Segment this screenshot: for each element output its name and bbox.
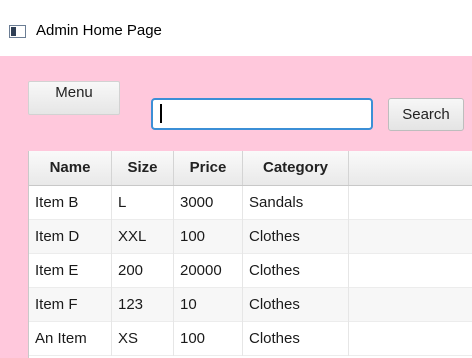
window-title: Admin Home Page — [36, 22, 162, 39]
table-header: Name Size Price Category — [29, 151, 472, 186]
items-table[interactable]: Name Size Price Category Item B L 3000 S… — [28, 151, 472, 358]
table-row[interactable]: Item F 123 10 Clothes — [29, 288, 472, 322]
search-button[interactable]: Search — [388, 98, 464, 131]
main-content: Menu Search Name Size Price Category Ite… — [0, 56, 472, 358]
cell-name: Item F — [29, 288, 112, 322]
cell-filler — [349, 322, 472, 356]
cell-name: An Item — [29, 322, 112, 356]
cell-name: Item E — [29, 254, 112, 288]
column-header-name[interactable]: Name — [29, 151, 112, 185]
column-header-category[interactable]: Category — [243, 151, 349, 185]
cell-price: 10 — [174, 288, 243, 322]
cell-size: XS — [112, 322, 174, 356]
cell-price: 100 — [174, 220, 243, 254]
cell-filler — [349, 220, 472, 254]
cell-size: 200 — [112, 254, 174, 288]
table-row[interactable]: Item D XXL 100 Clothes — [29, 220, 472, 254]
menu-button[interactable]: Menu — [28, 81, 120, 115]
cell-category: Clothes — [243, 322, 349, 356]
cell-price: 100 — [174, 322, 243, 356]
table-row[interactable]: Item B L 3000 Sandals — [29, 186, 472, 220]
column-header-filler — [349, 151, 472, 185]
cell-price: 20000 — [174, 254, 243, 288]
cell-size: L — [112, 186, 174, 220]
column-header-price[interactable]: Price — [174, 151, 243, 185]
cell-category: Sandals — [243, 186, 349, 220]
cell-category: Clothes — [243, 288, 349, 322]
search-input[interactable] — [151, 98, 373, 130]
text-caret — [160, 104, 162, 123]
cell-filler — [349, 288, 472, 322]
column-header-size[interactable]: Size — [112, 151, 174, 185]
cell-size: XXL — [112, 220, 174, 254]
cell-size: 123 — [112, 288, 174, 322]
cell-name: Item D — [29, 220, 112, 254]
cell-filler — [349, 254, 472, 288]
cell-filler — [349, 186, 472, 220]
table-row[interactable]: An Item XS 100 Clothes — [29, 322, 472, 356]
table-row[interactable]: Item E 200 20000 Clothes — [29, 254, 472, 288]
title-bar: Admin Home Page — [0, 0, 472, 56]
cell-category: Clothes — [243, 220, 349, 254]
cell-price: 3000 — [174, 186, 243, 220]
cell-name: Item B — [29, 186, 112, 220]
app-window-icon — [9, 25, 26, 38]
cell-category: Clothes — [243, 254, 349, 288]
